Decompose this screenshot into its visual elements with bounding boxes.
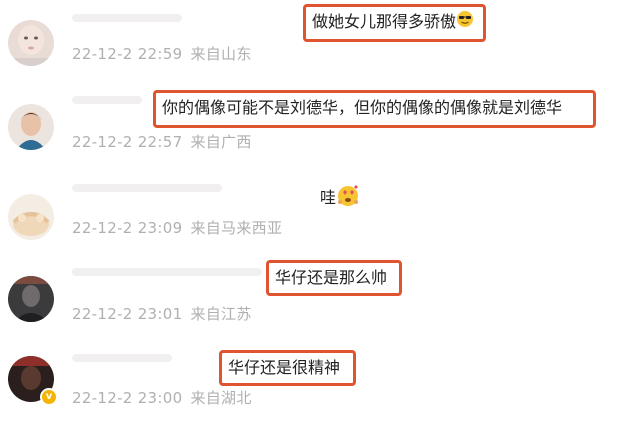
comment-item: 你的偶像可能不是刘德华，但你的偶像的偶像就是刘德华 22-12-2 22:57 来…	[0, 82, 640, 168]
comment-location: 来自湖北	[190, 389, 252, 407]
comment-feed: 做她女儿那得多骄傲 22-12-2 22:59 来自山东 你的偶像可能不是刘德华…	[0, 0, 640, 422]
verified-badge-label: v	[45, 391, 53, 402]
comment-date: 22-12-2 23:00	[72, 389, 183, 407]
avatar[interactable]	[8, 194, 54, 240]
comment-date: 22-12-2 23:09	[72, 219, 183, 237]
comment-location: 来自江苏	[190, 305, 252, 323]
sunglasses-emoji-icon	[456, 10, 474, 35]
comment-item: v 华仔还是很精神 22-12-2 23:00 来自湖北	[0, 344, 640, 422]
comment-date: 22-12-2 22:59	[72, 45, 183, 63]
avatar[interactable]	[8, 276, 54, 322]
avatar[interactable]	[8, 20, 54, 66]
comment-text: 做她女儿那得多骄傲	[312, 12, 457, 31]
comment-date: 22-12-2 23:01	[72, 305, 183, 323]
comment-item: 哇 22-12-2 23:09 来自马来西亚	[0, 170, 640, 258]
comment-meta: 22-12-2 22:57 来自广西	[72, 131, 252, 152]
username-redacted	[72, 268, 262, 276]
comment-text: 华仔还是很精神	[228, 358, 341, 377]
verified-badge-icon: v	[40, 388, 58, 406]
comment-meta: 22-12-2 23:00 来自湖北	[72, 387, 252, 408]
comment-location: 来自马来西亚	[190, 219, 283, 237]
comment-item: 做她女儿那得多骄傲 22-12-2 22:59 来自山东	[0, 0, 640, 80]
avatar[interactable]	[8, 104, 54, 150]
username-redacted	[72, 184, 222, 192]
highlighted-comment-text: 华仔还是那么帅	[266, 260, 402, 296]
highlighted-comment-text: 你的偶像可能不是刘德华，但你的偶像的偶像就是刘德华	[153, 90, 596, 128]
username-redacted	[72, 354, 172, 362]
comment-body: 哇	[320, 182, 362, 215]
comment-date: 22-12-2 22:57	[72, 133, 183, 151]
comment-text: 你的偶像可能不是刘德华，但你的偶像的偶像就是刘德华	[162, 98, 563, 117]
comment-meta: 22-12-2 23:09 来自马来西亚	[72, 217, 282, 238]
username-redacted	[72, 14, 182, 22]
comment-item: 华仔还是那么帅 22-12-2 23:01 来自江苏	[0, 258, 640, 344]
comment-text: 哇	[320, 188, 337, 207]
highlighted-comment-text: 做她女儿那得多骄傲	[303, 4, 486, 42]
comment-location: 来自山东	[190, 45, 252, 63]
comment-text: 华仔还是那么帅	[275, 268, 388, 287]
username-redacted	[72, 96, 142, 104]
comment-meta: 22-12-2 23:01 来自江苏	[72, 303, 252, 324]
heart-eyes-emoji-icon	[336, 182, 362, 215]
comment-meta: 22-12-2 22:59 来自山东	[72, 43, 252, 64]
highlighted-comment-text: 华仔还是很精神	[219, 350, 356, 386]
comment-location: 来自广西	[190, 133, 252, 151]
